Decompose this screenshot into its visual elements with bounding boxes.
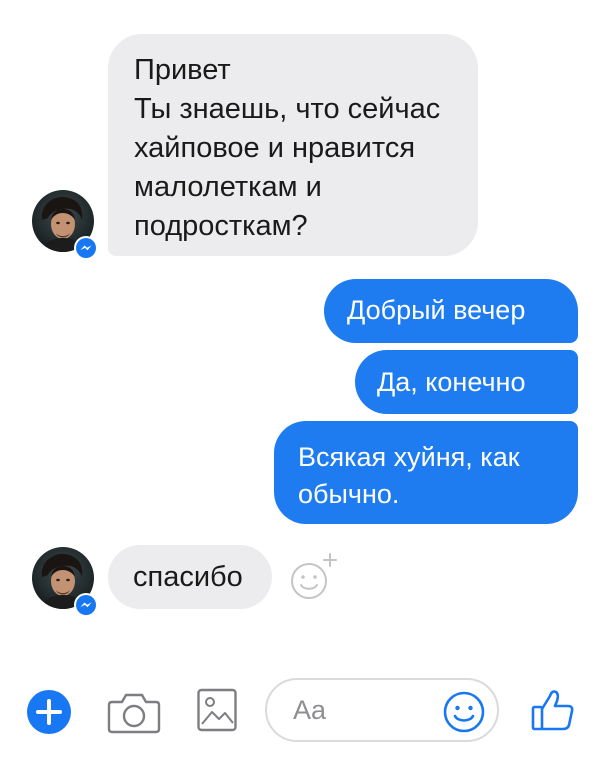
- message-input-container[interactable]: [265, 678, 499, 742]
- messenger-badge-icon: [74, 236, 98, 260]
- incoming-message-bubble[interactable]: Привет Ты знаешь, что сейчас хайповое и …: [108, 34, 478, 256]
- outgoing-message-bubble[interactable]: Всякая хуйня, как обычно.: [274, 421, 578, 524]
- add-reaction-icon[interactable]: [287, 551, 339, 603]
- message-list: Привет Ты знаешь, что сейчас хайповое и …: [0, 0, 595, 660]
- messenger-badge-icon: [74, 593, 98, 617]
- thumbs-up-icon[interactable]: [530, 686, 576, 734]
- camera-icon[interactable]: [106, 690, 162, 736]
- outgoing-message-bubble[interactable]: Добрый вечер: [324, 279, 578, 343]
- outgoing-message-bubble[interactable]: Да, конечно: [355, 350, 578, 414]
- smiley-icon[interactable]: [442, 690, 486, 734]
- composer-bar: [0, 660, 595, 773]
- message-input[interactable]: [293, 692, 433, 728]
- plus-icon[interactable]: [26, 689, 72, 735]
- gallery-icon[interactable]: [196, 687, 238, 733]
- incoming-message-bubble[interactable]: спасибо: [108, 545, 272, 609]
